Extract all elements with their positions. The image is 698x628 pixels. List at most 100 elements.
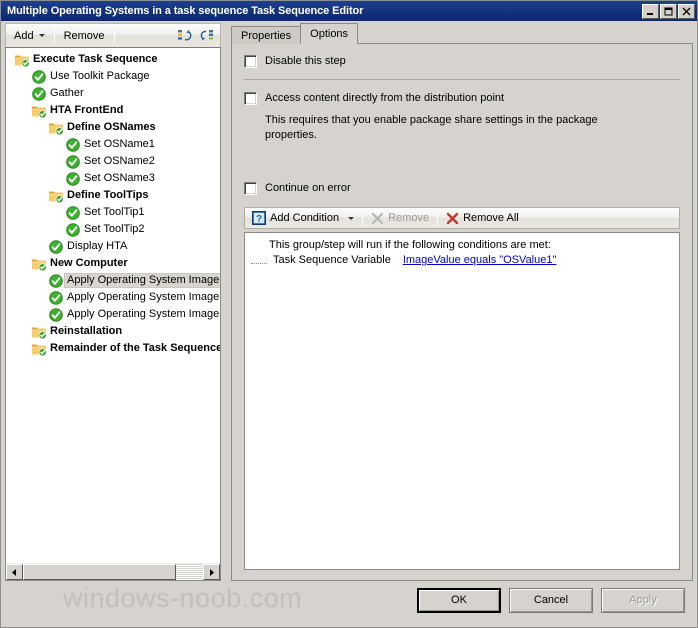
- task-sequence-editor-window: Multiple Operating Systems in a task seq…: [0, 0, 698, 628]
- step-check-icon: [49, 307, 63, 322]
- help-question-icon: ?: [252, 211, 266, 225]
- tree-connector-icon: [251, 256, 267, 264]
- task-sequence-tree-pane: Add Remove Execute Task Sequence Use Too…: [5, 23, 221, 581]
- folder-group-icon: [31, 324, 47, 340]
- remove-button[interactable]: Remove: [58, 26, 111, 46]
- remove-all-conditions-button[interactable]: Remove All: [442, 209, 523, 227]
- step-check-icon: [48, 290, 64, 306]
- continue-on-error-checkbox[interactable]: [244, 182, 257, 195]
- tree-item-label: Set OSName1: [84, 138, 155, 150]
- add-button[interactable]: Add: [8, 26, 51, 46]
- tree-item-new-computer[interactable]: New Computer: [6, 255, 220, 272]
- task-sequence-tree[interactable]: Execute Task Sequence Use Toolkit Package…: [5, 47, 221, 581]
- disable-step-checkbox[interactable]: [244, 55, 257, 68]
- add-condition-button[interactable]: ? Add Condition: [248, 209, 358, 227]
- step-check-icon: [66, 154, 80, 169]
- step-check-icon: [65, 137, 81, 153]
- tree-item-label: Reinstallation: [50, 325, 123, 337]
- scroll-right-button[interactable]: [203, 564, 220, 580]
- tree-item-label: Apply Operating System Image: [67, 291, 220, 303]
- chevron-down-icon: [348, 216, 355, 220]
- tree-item-execute-task-sequence[interactable]: Execute Task Sequence: [6, 51, 220, 68]
- move-up-button[interactable]: [174, 26, 196, 46]
- conditions-list[interactable]: This group/step will run if the followin…: [244, 232, 680, 570]
- continue-on-error-row[interactable]: Continue on error: [244, 181, 680, 195]
- step-check-icon: [65, 205, 81, 221]
- tree-item-gather[interactable]: Gather: [6, 85, 220, 102]
- step-check-icon: [65, 171, 81, 187]
- tree-item-label: Use Toolkit Package: [50, 70, 150, 82]
- folder-group-icon: [31, 341, 47, 357]
- tree-item-remainder-of-the-task-sequence[interactable]: Remainder of the Task Sequence: [6, 340, 220, 357]
- tree-item-use-toolkit-package[interactable]: Use Toolkit Package: [6, 68, 220, 85]
- tree-horizontal-scrollbar[interactable]: [6, 563, 220, 580]
- access-content-row[interactable]: Access content directly from the distrib…: [244, 91, 680, 105]
- tab-label: Properties: [241, 29, 292, 42]
- folder-group-icon: [31, 103, 47, 119]
- step-check-icon: [49, 273, 63, 288]
- folder-group-icon: [49, 123, 64, 135]
- tree-item-label: Set ToolTip1: [84, 206, 145, 218]
- tree-item-apply-operating-system-image[interactable]: Apply Operating System Image: [6, 272, 220, 289]
- maximize-button[interactable]: [660, 3, 677, 19]
- tree-scroll-area[interactable]: Execute Task Sequence Use Toolkit Package…: [6, 48, 220, 563]
- tree-item-label: New Computer: [50, 257, 128, 269]
- tree-item-label: Set ToolTip2: [84, 223, 145, 235]
- move-up-icon: [178, 29, 192, 40]
- folder-group-icon: [15, 55, 30, 67]
- add-condition-label: Add Condition: [270, 212, 340, 224]
- tree-item-display-hta[interactable]: Display HTA: [6, 238, 220, 255]
- folder-group-icon: [14, 52, 30, 68]
- conditions-toolbar: ? Add Condition Remove Remove All: [244, 207, 680, 229]
- tab-properties[interactable]: Properties: [231, 26, 302, 44]
- scrollbar-track[interactable]: [23, 564, 203, 580]
- tree-item-label: Display HTA: [67, 240, 128, 252]
- tab-label: Options: [310, 27, 349, 40]
- move-down-icon: [200, 29, 213, 41]
- tree-item-apply-operating-system-image[interactable]: Apply Operating System Image: [6, 306, 220, 323]
- step-check-icon: [66, 205, 80, 220]
- remove-condition-button[interactable]: Remove: [367, 209, 433, 227]
- tree-item-hta-frontend[interactable]: HTA FrontEnd: [6, 102, 220, 119]
- apply-button[interactable]: Apply: [601, 587, 685, 613]
- condition-expression-link[interactable]: ImageValue equals "OSValue1": [403, 254, 557, 266]
- main-content: Add Remove Execute Task Sequence Use Too…: [1, 21, 697, 581]
- disable-step-row[interactable]: Disable this step: [244, 54, 680, 68]
- tree-item-define-osnames[interactable]: Define OSNames: [6, 119, 220, 136]
- close-button[interactable]: [678, 3, 695, 19]
- tree-item-set-tooltip2[interactable]: Set ToolTip2: [6, 221, 220, 238]
- continue-on-error-label: Continue on error: [265, 182, 351, 194]
- folder-group-icon: [32, 106, 47, 118]
- conditions-header: This group/step will run if the followin…: [269, 239, 551, 251]
- tree-item-set-tooltip1[interactable]: Set ToolTip1: [6, 204, 220, 221]
- tree-item-apply-operating-system-image[interactable]: Apply Operating System Image: [6, 289, 220, 306]
- options-panel: Disable this step Access content directl…: [231, 43, 693, 581]
- step-check-icon: [66, 171, 80, 186]
- remove-all-x-icon: [446, 212, 459, 224]
- tree-item-label: Define OSNames: [67, 121, 156, 133]
- tree-item-label: Apply Operating System Image: [67, 308, 220, 320]
- move-down-button[interactable]: [196, 26, 218, 46]
- step-check-icon: [31, 69, 47, 85]
- folder-group-icon: [48, 188, 64, 204]
- tree-item-define-tooltips[interactable]: Define ToolTips: [6, 187, 220, 204]
- tree-item-label: Gather: [50, 87, 84, 99]
- access-content-checkbox[interactable]: [244, 92, 257, 105]
- tree-item-set-osname3[interactable]: Set OSName3: [6, 170, 220, 187]
- scroll-left-button[interactable]: [6, 564, 23, 580]
- tab-options[interactable]: Options: [300, 23, 359, 44]
- minimize-button[interactable]: [642, 3, 659, 19]
- condition-row[interactable]: Task Sequence Variable ImageValue equals …: [249, 254, 673, 266]
- tree-item-reinstallation[interactable]: Reinstallation: [6, 323, 220, 340]
- tree-item-set-osname2[interactable]: Set OSName2: [6, 153, 220, 170]
- scrollbar-thumb[interactable]: [23, 564, 176, 580]
- add-button-label: Add: [14, 29, 34, 42]
- folder-group-icon: [32, 327, 47, 339]
- cancel-button[interactable]: Cancel: [509, 587, 593, 613]
- tree-item-set-osname1[interactable]: Set OSName1: [6, 136, 220, 153]
- ok-button[interactable]: OK: [417, 587, 501, 613]
- toolbar-separator: [437, 210, 439, 226]
- step-check-icon: [31, 86, 47, 102]
- tab-strip[interactable]: Properties Options: [231, 23, 693, 44]
